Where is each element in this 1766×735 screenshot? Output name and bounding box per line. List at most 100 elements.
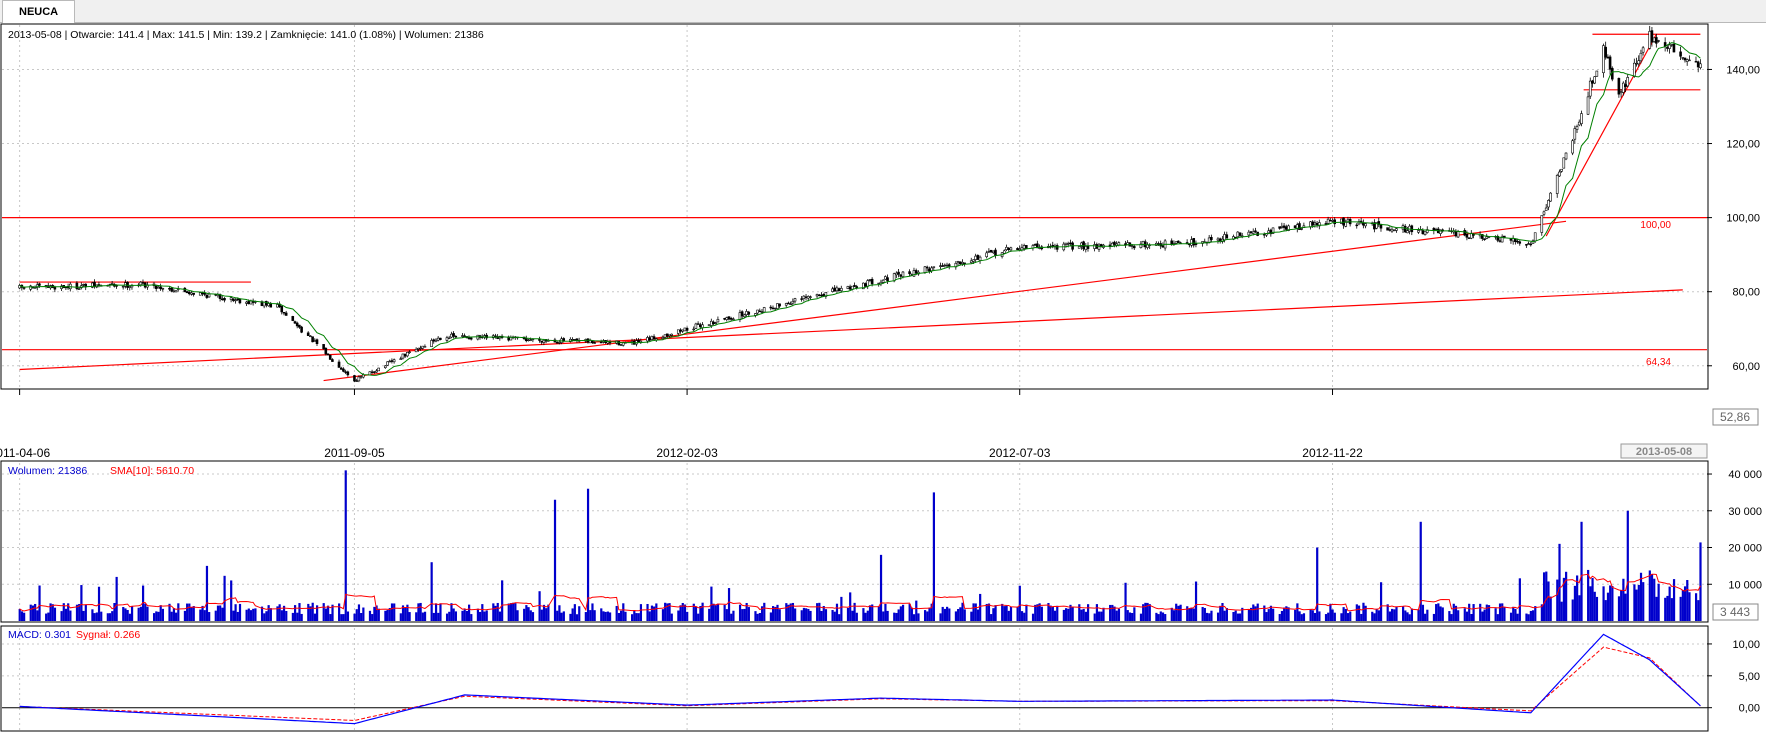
volume-bar — [584, 612, 587, 621]
volume-bar — [1126, 610, 1129, 621]
volume-bar — [974, 603, 977, 621]
volume-bar — [291, 612, 294, 621]
candle-body — [870, 278, 874, 285]
candle-body — [723, 318, 726, 320]
volume-bar — [1668, 586, 1671, 621]
candle-body — [1340, 218, 1343, 224]
candle-body — [1668, 44, 1671, 49]
candle-body — [877, 282, 881, 285]
volume-bar — [399, 613, 402, 621]
volume-bar — [34, 603, 37, 621]
candle-body — [174, 290, 178, 293]
volume-bar — [1294, 609, 1297, 621]
tab-neuca[interactable]: NEUCA — [2, 0, 76, 23]
volume-bar — [1269, 605, 1273, 621]
volume-bar — [1018, 585, 1021, 621]
volume-bar — [1298, 611, 1301, 621]
volume-bar — [807, 608, 810, 621]
candle-body — [203, 292, 206, 295]
volume-bar — [556, 610, 559, 621]
candle-body — [293, 321, 297, 324]
candle-body — [280, 306, 284, 313]
candle-body — [157, 286, 160, 289]
volume-bar — [1565, 571, 1568, 621]
volume-bar — [1622, 578, 1625, 621]
candle-body — [1591, 80, 1594, 84]
candle-body — [1223, 234, 1226, 241]
candle-body — [1518, 241, 1522, 244]
volume-bar — [1404, 610, 1407, 621]
volume-bar — [45, 613, 48, 621]
candle-body — [932, 266, 936, 268]
candle-body — [729, 317, 733, 320]
date-tick-label: 2011-09-05 — [324, 446, 385, 460]
volume-bar — [137, 607, 140, 621]
candle-body — [963, 262, 966, 264]
candle-body — [991, 250, 995, 253]
stock-chart[interactable]: 60,00 80,00 100,00 120,00 140,00 2013-05-08 … — [0, 23, 1766, 735]
volume-bar — [53, 607, 57, 621]
candle-body — [1641, 47, 1645, 53]
candle-body — [295, 322, 299, 327]
volume-bar — [615, 605, 618, 621]
candle-body — [1652, 37, 1656, 42]
candle-body — [1022, 245, 1026, 249]
candle-body — [346, 371, 350, 376]
candle-body — [1066, 243, 1070, 245]
candle-body — [419, 347, 422, 350]
candle-body — [1558, 171, 1561, 177]
volume-bar — [481, 604, 484, 621]
volume-bar — [362, 607, 365, 621]
candle-body — [249, 300, 253, 305]
volume-bar — [1219, 605, 1222, 621]
candle-body — [943, 264, 947, 267]
volume-bar — [1139, 613, 1143, 621]
volume-bar — [199, 609, 202, 621]
volume-bar — [161, 608, 165, 621]
volume-bar — [1349, 611, 1352, 621]
candle-body — [1113, 241, 1116, 245]
volume-bar — [51, 604, 54, 621]
candle-body — [1313, 222, 1317, 225]
candle-body — [461, 335, 464, 337]
date-tick-label: 2011-04-06 — [0, 446, 50, 460]
volume-bar — [1192, 608, 1195, 621]
volume-bar — [69, 610, 72, 621]
candle-body — [864, 283, 867, 287]
candle-body — [1254, 230, 1257, 232]
candle-body — [509, 337, 513, 341]
candle-body — [375, 370, 378, 373]
volume-bar — [23, 612, 26, 621]
volume-bar — [278, 604, 281, 621]
volume-bar — [1355, 604, 1358, 621]
volume-bar — [573, 604, 576, 621]
volume-bar — [637, 613, 640, 621]
candle-body — [1311, 221, 1314, 226]
volume-bar — [785, 603, 788, 621]
candle-body — [1278, 226, 1281, 229]
volume-bar — [1655, 596, 1658, 621]
candle-body — [1333, 219, 1337, 225]
volume-bar — [1333, 612, 1336, 621]
candle-body — [187, 291, 191, 295]
volume-bar — [1208, 613, 1211, 621]
volume-bar — [992, 608, 995, 621]
candle-body — [930, 267, 933, 271]
volume-bar — [1194, 581, 1198, 621]
candle-body — [1696, 61, 1700, 68]
volume-bar — [805, 608, 808, 621]
volume-bar — [540, 609, 543, 621]
volume-bar — [190, 607, 193, 621]
candle-body — [284, 312, 288, 316]
volume-bar — [824, 609, 828, 621]
price-y-tick-label: 140,00 — [1726, 64, 1760, 76]
candle-body — [1097, 244, 1101, 250]
volume-bar — [529, 610, 532, 621]
volume-bar — [390, 603, 394, 621]
volume-bar — [1164, 614, 1167, 621]
volume-bar — [245, 609, 248, 621]
volume-bar — [1620, 589, 1623, 621]
candle-body — [1498, 240, 1502, 242]
candle-body — [716, 319, 720, 323]
candle-body — [694, 323, 698, 329]
